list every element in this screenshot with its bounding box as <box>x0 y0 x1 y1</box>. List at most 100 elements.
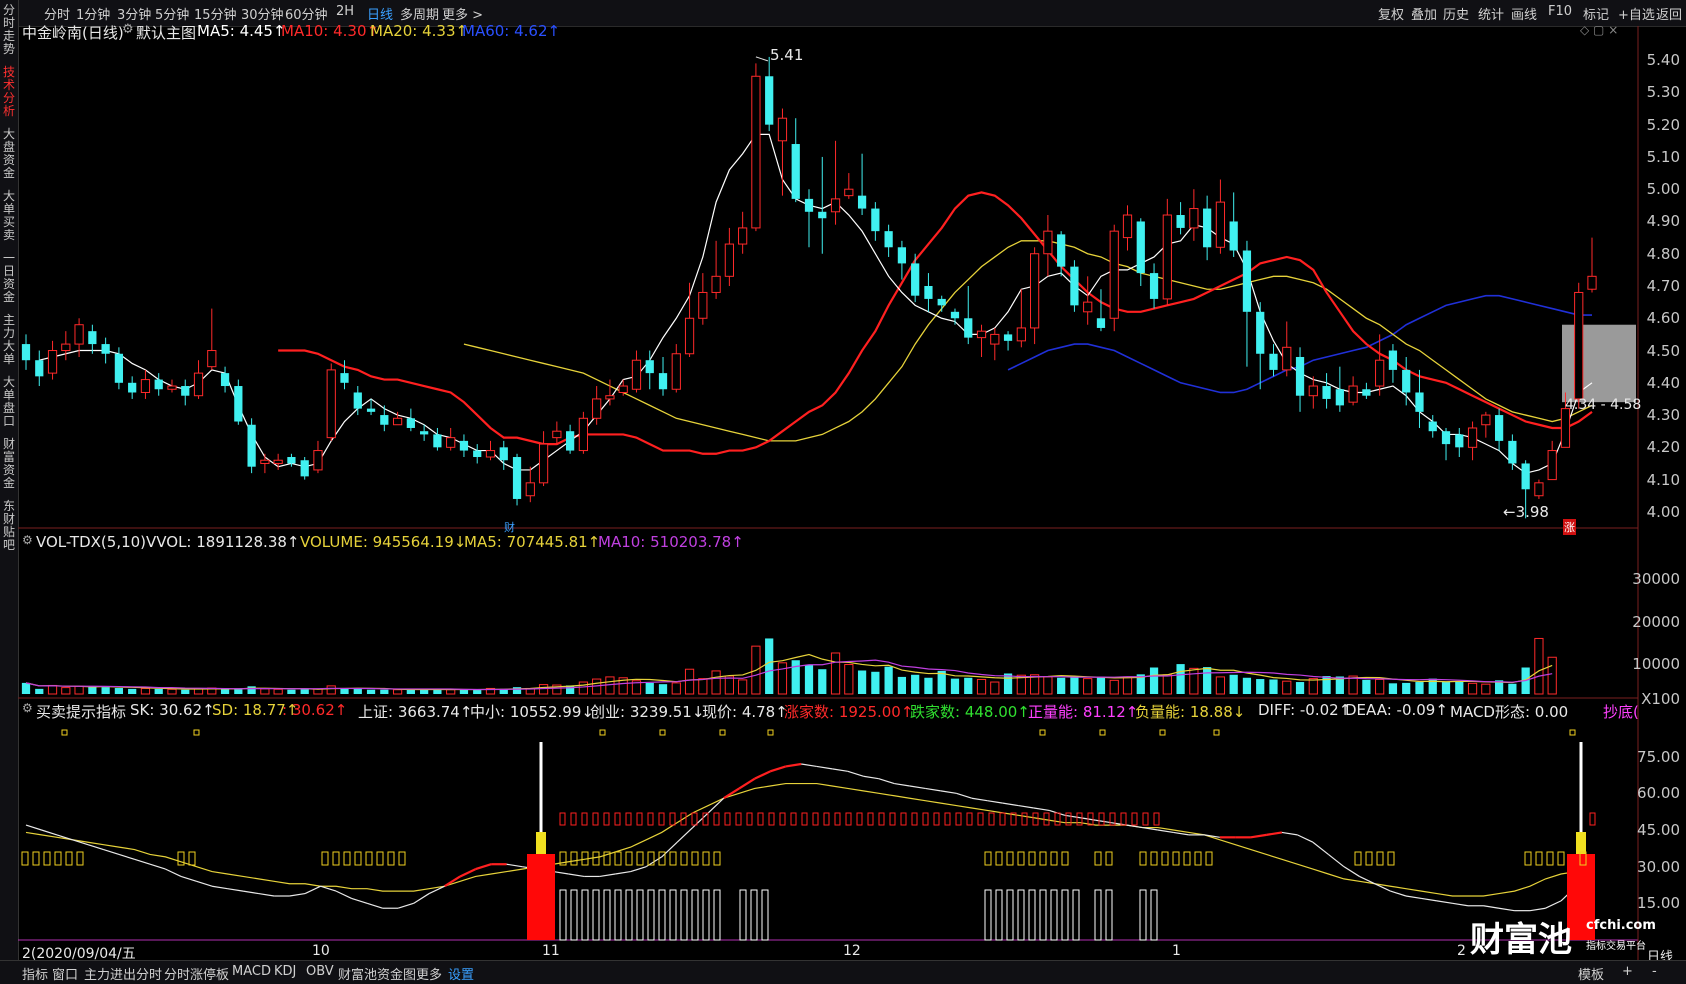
bottom-tab-4[interactable]: MACD <box>232 964 271 979</box>
red-marker <box>1098 812 1105 826</box>
candle-body <box>631 359 642 390</box>
candle-body <box>1256 311 1265 354</box>
candle-body <box>618 385 628 393</box>
volume-bar <box>1162 674 1172 695</box>
vol-gear-icon[interactable]: ⚙ <box>22 533 33 547</box>
volume-bar <box>181 689 190 694</box>
volume-bar <box>287 689 296 694</box>
volume-bar <box>1057 677 1066 694</box>
red-marker <box>768 812 775 826</box>
bottom-tab-3[interactable]: 分时涨停板 <box>164 964 229 983</box>
sk-line <box>615 870 631 875</box>
yellow-marker <box>1050 851 1058 866</box>
volume-bar <box>74 685 84 695</box>
candle-body <box>1242 250 1252 312</box>
bottom-tab-5[interactable]: KDJ <box>274 964 296 979</box>
volume-bar <box>538 684 549 695</box>
yellow-marker <box>32 851 40 866</box>
volume-bar <box>897 676 907 694</box>
yellow-marker <box>343 851 351 866</box>
candle-body <box>499 447 508 461</box>
red-marker <box>1032 812 1039 826</box>
candle-body <box>1269 353 1278 370</box>
candle-body <box>114 353 124 383</box>
sk-line <box>180 875 197 882</box>
candle-body <box>791 144 800 199</box>
volume-bar <box>1189 667 1199 695</box>
bottom-tab-7[interactable]: 财富池资金图 <box>338 964 416 983</box>
candle-body <box>220 373 230 387</box>
red-marker <box>1120 812 1127 826</box>
candle-body <box>1122 214 1133 239</box>
sk-line <box>801 763 817 768</box>
red-marker <box>779 812 786 826</box>
sk-line <box>258 892 275 897</box>
candle-body <box>1494 415 1504 441</box>
signal-star <box>536 832 546 854</box>
candle-body <box>1508 440 1517 464</box>
yellow-marker <box>1094 851 1102 866</box>
sk-line <box>832 768 848 772</box>
candle-body <box>566 431 575 451</box>
candle-body <box>101 344 110 354</box>
candle-body <box>1203 208 1212 248</box>
bottom-tab-2[interactable]: 主力进出分时 <box>84 964 162 983</box>
white-marker <box>995 889 1003 941</box>
candle-body <box>433 434 442 448</box>
vol-title: VOL-TDX(5,10) <box>36 533 147 551</box>
candle-body <box>380 415 389 425</box>
volume-bar <box>950 678 960 694</box>
yellow-marker <box>713 851 721 866</box>
yellow-marker <box>21 851 29 866</box>
red-marker <box>757 812 764 826</box>
candle-body <box>366 408 376 412</box>
indicator-bottom-bar: 指标 窗口 主力进出分时 分时涨停板 MACD KDJ OBV 财富池资金图 更多 设置 模板 + - <box>0 960 1686 984</box>
candle-body <box>1109 230 1119 319</box>
volume-bar <box>1508 683 1517 694</box>
volume-bar <box>273 688 283 695</box>
bottom-tab-8[interactable]: 更多 <box>416 964 442 983</box>
tiny-marker <box>1099 729 1106 736</box>
yellow-marker <box>321 851 329 866</box>
bottom-right-0[interactable]: 模板 <box>1578 964 1604 983</box>
candle-body <box>35 360 44 377</box>
kline-chart[interactable] <box>0 0 1686 983</box>
yellow-marker <box>1535 851 1543 866</box>
candle-body <box>1308 385 1318 397</box>
tiny-marker <box>767 729 774 736</box>
volume-bar <box>247 686 256 694</box>
sk-line <box>630 866 647 873</box>
bottom-tab-6[interactable]: OBV <box>306 964 334 979</box>
volume-bar <box>830 652 841 695</box>
bottom-tab-1[interactable]: 窗口 <box>52 964 78 983</box>
bottom-tab-0[interactable]: 指标 <box>22 964 48 983</box>
ind-gear-icon[interactable]: ⚙ <box>22 701 33 715</box>
volume-bar <box>1388 683 1398 694</box>
candle-body <box>1057 234 1066 267</box>
sk-line <box>676 827 694 843</box>
candle-body <box>871 208 880 232</box>
candle-body <box>911 263 920 296</box>
tiny-marker <box>599 729 606 736</box>
sk-line <box>1390 890 1407 897</box>
red-marker <box>900 812 907 826</box>
candle-body <box>1467 427 1478 448</box>
bottom-right-1[interactable]: + <box>1622 964 1633 979</box>
ind-title: 买卖提示指标 <box>36 703 127 721</box>
candle-body <box>1043 230 1053 255</box>
bottom-right-2[interactable]: - <box>1652 964 1657 979</box>
range-box <box>1562 324 1636 403</box>
white-marker <box>658 889 666 941</box>
candle-body <box>1070 266 1079 306</box>
bottom-tab-9[interactable]: 设置 <box>448 964 474 983</box>
red-marker <box>955 812 962 826</box>
yellow-marker <box>614 851 622 866</box>
candle-body <box>818 211 827 219</box>
volume-bar <box>1402 682 1411 694</box>
volume-bar <box>300 689 309 694</box>
month-11-label: 11 <box>542 943 560 959</box>
sk-line <box>196 880 213 887</box>
volume-bar <box>658 684 668 694</box>
candle-body <box>74 324 84 345</box>
sk-line <box>863 775 879 780</box>
